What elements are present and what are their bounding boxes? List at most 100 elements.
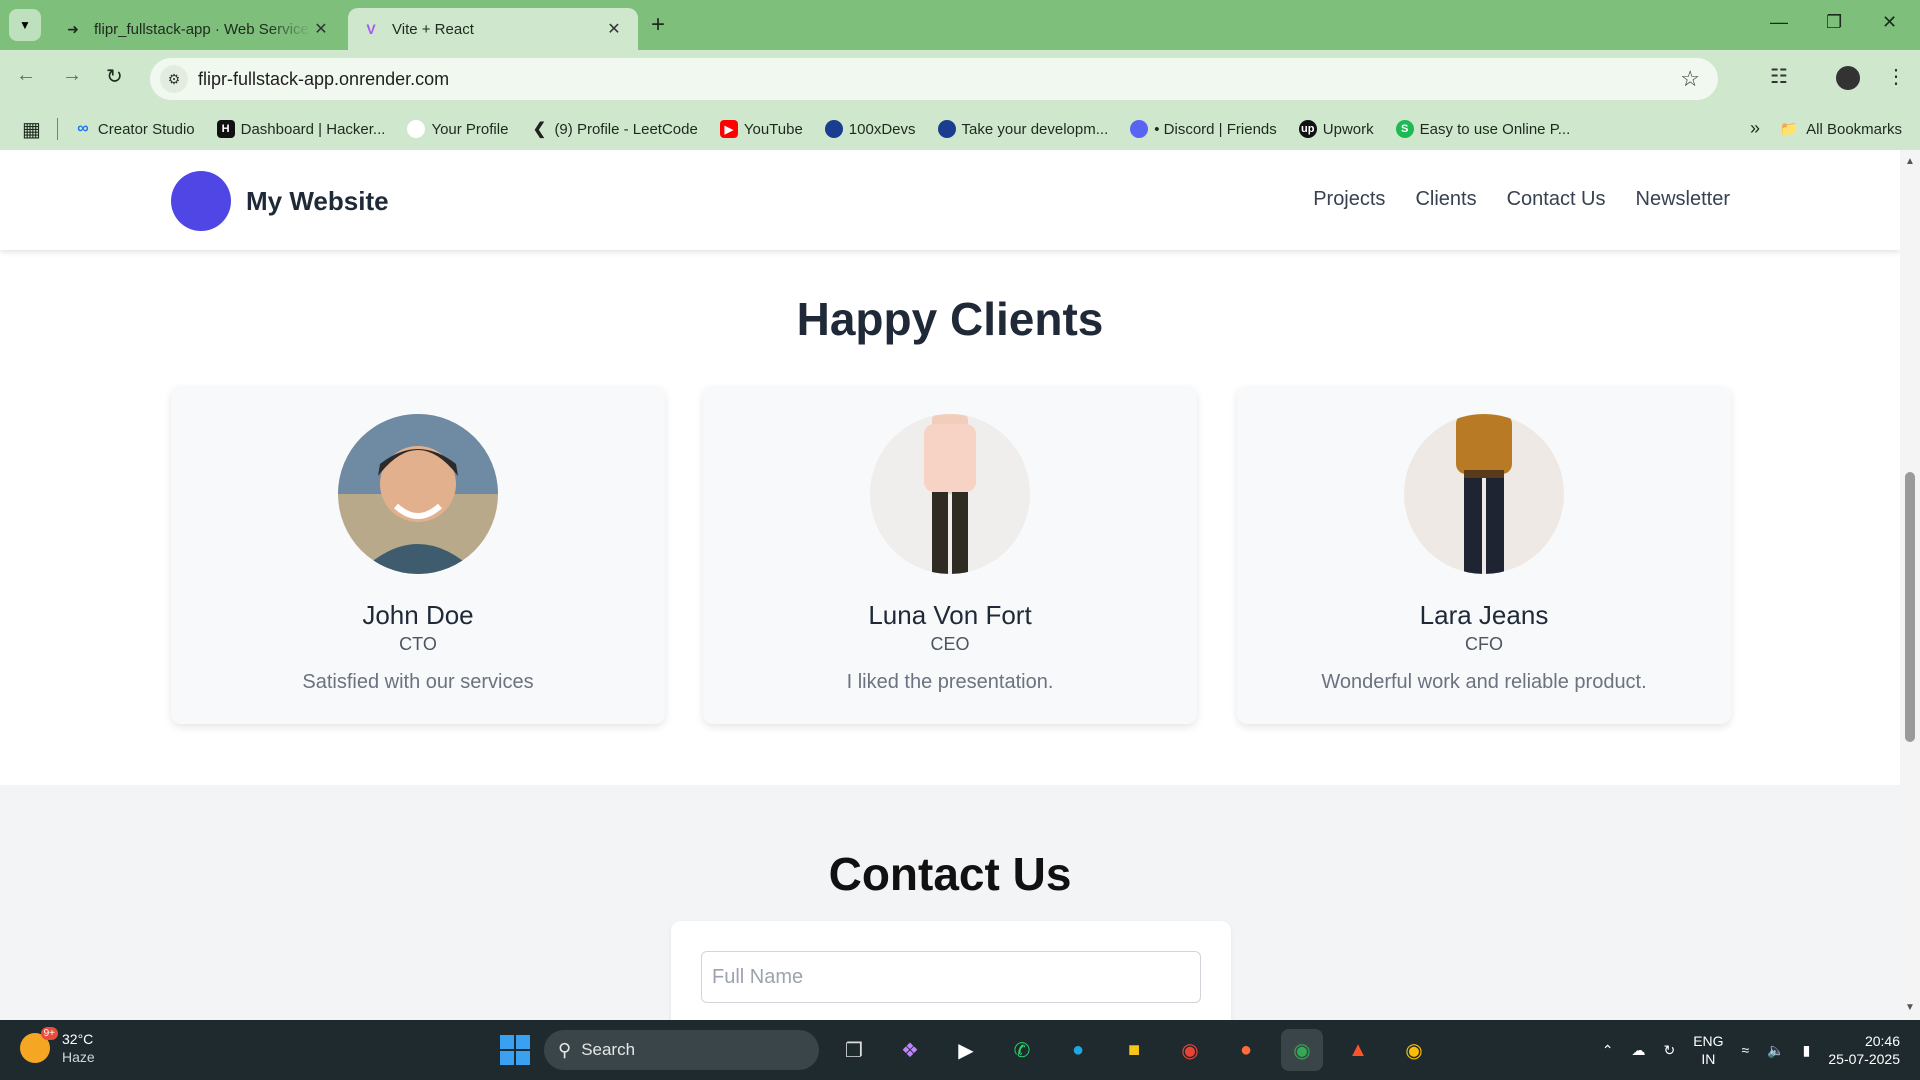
- bookmark-take-your-development[interactable]: Take your developm...: [937, 120, 1109, 138]
- bookmark-label: Upwork: [1322, 120, 1374, 138]
- vite-favicon-icon: V: [366, 21, 376, 37]
- taskbar-apps: ⚲ Search ❐ ❖ ▶ ✆ ● ■ ◉ ● ◉ ▲ ◉: [500, 1028, 1435, 1072]
- site-name[interactable]: My Website: [246, 186, 389, 217]
- onedrive-icon[interactable]: ☁: [1631, 1042, 1645, 1059]
- postman-icon[interactable]: ●: [1225, 1029, 1267, 1071]
- bookmark-youtube[interactable]: ▶ YouTube: [719, 120, 803, 138]
- client-photo: [338, 414, 498, 574]
- all-bookmarks-label: All Bookmarks: [1806, 120, 1902, 138]
- nav-contact-us[interactable]: Contact Us: [1507, 188, 1606, 211]
- bookmark-creator-studio[interactable]: ∞ Creator Studio: [74, 120, 194, 138]
- menu-kebab-icon[interactable]: ⋮: [1886, 64, 1906, 89]
- nav-clients[interactable]: Clients: [1415, 188, 1476, 211]
- youtube-app-icon[interactable]: ▶: [945, 1029, 987, 1071]
- copilot-icon[interactable]: ❖: [889, 1029, 931, 1071]
- bookmark-discord[interactable]: • Discord | Friends: [1130, 120, 1277, 138]
- bookmarks-bar: ▦ ∞ Creator Studio H Dashboard | Hacker...…: [0, 108, 1920, 150]
- scroll-down-icon[interactable]: ▼: [1905, 1002, 1915, 1013]
- search-label: Search: [581, 1040, 636, 1059]
- url-text[interactable]: flipr-fullstack-app.onrender.com: [198, 69, 1680, 90]
- bookmark-github[interactable]: Your Profile: [407, 120, 508, 138]
- extensions-icon[interactable]: ☷: [1770, 64, 1788, 89]
- clients-heading: Happy Clients: [796, 293, 1104, 345]
- scroll-up-icon[interactable]: ▲: [1905, 156, 1915, 167]
- client-name: Lara Jeans: [1419, 600, 1549, 630]
- bookmark-star-icon[interactable]: ☆: [1680, 66, 1700, 92]
- language-indicator[interactable]: ENG IN: [1693, 1032, 1723, 1068]
- tab-title: Vite + React: [392, 20, 474, 38]
- bookmark-online-p[interactable]: S Easy to use Online P...: [1395, 120, 1570, 138]
- show-hidden-icons[interactable]: ⌃: [1602, 1042, 1614, 1059]
- profile-avatar-icon[interactable]: [1836, 66, 1860, 90]
- weather-widget[interactable]: 9+ 32°C Haze: [20, 1027, 95, 1066]
- bookmark-upwork[interactable]: up Upwork: [1298, 120, 1374, 138]
- wifi-icon[interactable]: ≈: [1742, 1042, 1750, 1058]
- back-icon[interactable]: ←: [16, 64, 36, 87]
- brave-icon[interactable]: ▲: [1337, 1029, 1379, 1071]
- nav-projects[interactable]: Projects: [1313, 188, 1385, 211]
- bookmark-label: Take your developm...: [961, 120, 1109, 138]
- whatsapp-icon[interactable]: ✆: [1001, 1029, 1043, 1071]
- folder-icon: 📁: [1779, 121, 1799, 138]
- leetcode-icon: ❮: [532, 121, 547, 138]
- sync-icon[interactable]: ↻: [1663, 1042, 1675, 1059]
- file-explorer-icon[interactable]: ■: [1113, 1029, 1155, 1071]
- clock[interactable]: 20:46 25-07-2025: [1828, 1032, 1900, 1068]
- scroll-thumb[interactable]: [1905, 472, 1915, 742]
- bookmarks-divider: [56, 118, 58, 140]
- bookmark-hackerrank[interactable]: H Dashboard | Hacker...: [216, 120, 386, 138]
- edge-icon[interactable]: ●: [1057, 1029, 1099, 1071]
- all-bookmarks[interactable]: 📁 All Bookmarks: [1779, 108, 1902, 150]
- chevron-down-icon: ▼: [19, 18, 31, 32]
- client-testimonial: Satisfied with our services: [302, 671, 534, 693]
- bookmark-label: (9) Profile - LeetCode: [554, 120, 698, 138]
- chrome-profile-icon[interactable]: ◉: [1281, 1029, 1323, 1071]
- reload-icon[interactable]: ↻: [106, 64, 123, 89]
- page-scrollbar[interactable]: ▲ ▼: [1900, 150, 1920, 1020]
- bookmark-100xdevs[interactable]: 100xDevs: [824, 120, 916, 138]
- system-tray: ⌃ ☁ ↻ ENG IN ≈ 🔈 ▮ 20:46 25-07-2025: [1602, 1028, 1900, 1072]
- task-view-icon[interactable]: ❐: [833, 1029, 875, 1071]
- close-window-icon[interactable]: ✕: [1882, 12, 1897, 33]
- nav-newsletter[interactable]: Newsletter: [1636, 188, 1730, 211]
- address-bar[interactable]: ⚙ flipr-fullstack-app.onrender.com ☆: [150, 58, 1718, 100]
- page-viewport: My Website Projects Clients Contact Us N…: [0, 150, 1900, 1020]
- client-role: CTO: [399, 634, 437, 654]
- hackerrank-icon: H: [216, 120, 235, 138]
- windows-start-icon[interactable]: [500, 1035, 530, 1065]
- avatar-icon: [937, 120, 956, 138]
- bookmark-label: Dashboard | Hacker...: [240, 120, 386, 138]
- lang-bottom: IN: [1701, 1051, 1716, 1067]
- close-tab-icon[interactable]: ✕: [604, 19, 624, 39]
- render-favicon-icon: ➜: [67, 20, 79, 37]
- browser-toolbar: ← → ↻ ⚙ flipr-fullstack-app.onrender.com…: [0, 50, 1920, 108]
- bookmark-leetcode[interactable]: ❮ (9) Profile - LeetCode: [530, 120, 698, 139]
- github-icon: [407, 120, 426, 138]
- new-tab-icon[interactable]: +: [651, 12, 665, 38]
- chrome-dev-icon[interactable]: ◉: [1393, 1029, 1435, 1071]
- full-name-input[interactable]: [701, 951, 1201, 1003]
- more-bookmarks-icon[interactable]: »: [1750, 118, 1760, 139]
- browser-tab[interactable]: ➜ flipr_fullstack-app · Web Service ✕: [50, 8, 345, 50]
- bookmark-label: • Discord | Friends: [1154, 120, 1277, 138]
- taskbar-search[interactable]: ⚲ Search: [544, 1030, 819, 1070]
- tab-search-button[interactable]: ▼: [9, 9, 41, 41]
- client-name: John Doe: [362, 600, 474, 630]
- apps-grid-icon[interactable]: ▦: [22, 117, 41, 142]
- client-testimonial: Wonderful work and reliable product.: [1321, 671, 1647, 693]
- restore-icon[interactable]: ❐: [1826, 12, 1842, 33]
- browser-tab-strip: ▼ ➜ flipr_fullstack-app · Web Service ✕ …: [0, 0, 1920, 50]
- site-info-icon[interactable]: ⚙: [160, 65, 188, 93]
- close-tab-icon[interactable]: ✕: [311, 19, 331, 39]
- chrome-icon[interactable]: ◉: [1169, 1029, 1211, 1071]
- volume-icon[interactable]: 🔈: [1767, 1042, 1784, 1059]
- client-testimonial: I liked the presentation.: [846, 671, 1054, 693]
- site-logo[interactable]: [171, 171, 231, 231]
- minimize-icon[interactable]: —: [1770, 12, 1788, 33]
- upwork-icon: up: [1298, 120, 1317, 138]
- battery-icon[interactable]: ▮: [1803, 1042, 1811, 1059]
- forward-icon[interactable]: →: [62, 64, 82, 87]
- clock-date: 25-07-2025: [1828, 1051, 1900, 1067]
- browser-tab-active[interactable]: V Vite + React ✕: [348, 8, 638, 50]
- clock-time: 20:46: [1864, 1033, 1900, 1049]
